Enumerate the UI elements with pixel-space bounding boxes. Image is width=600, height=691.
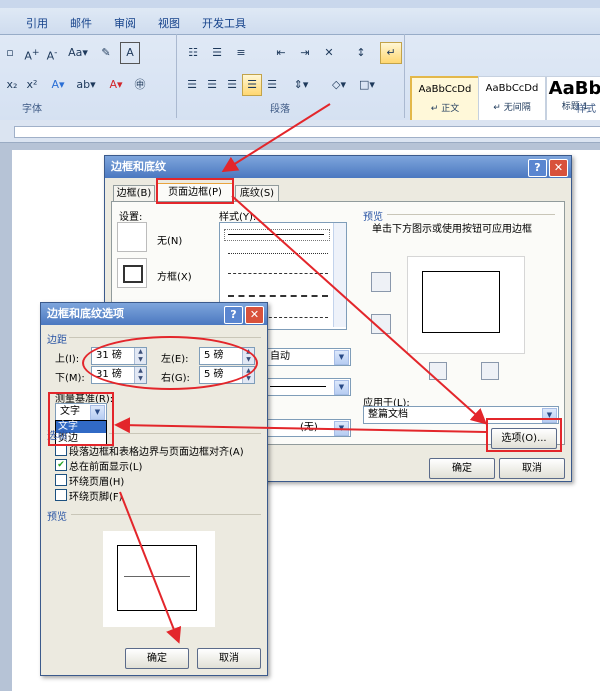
arrow-to-tab — [221, 103, 331, 173]
arrow-to-options — [231, 195, 487, 425]
arrow-to-ok — [119, 491, 182, 644]
annotation-arrows — [114, 103, 487, 644]
arrow-to-measure — [114, 417, 487, 434]
